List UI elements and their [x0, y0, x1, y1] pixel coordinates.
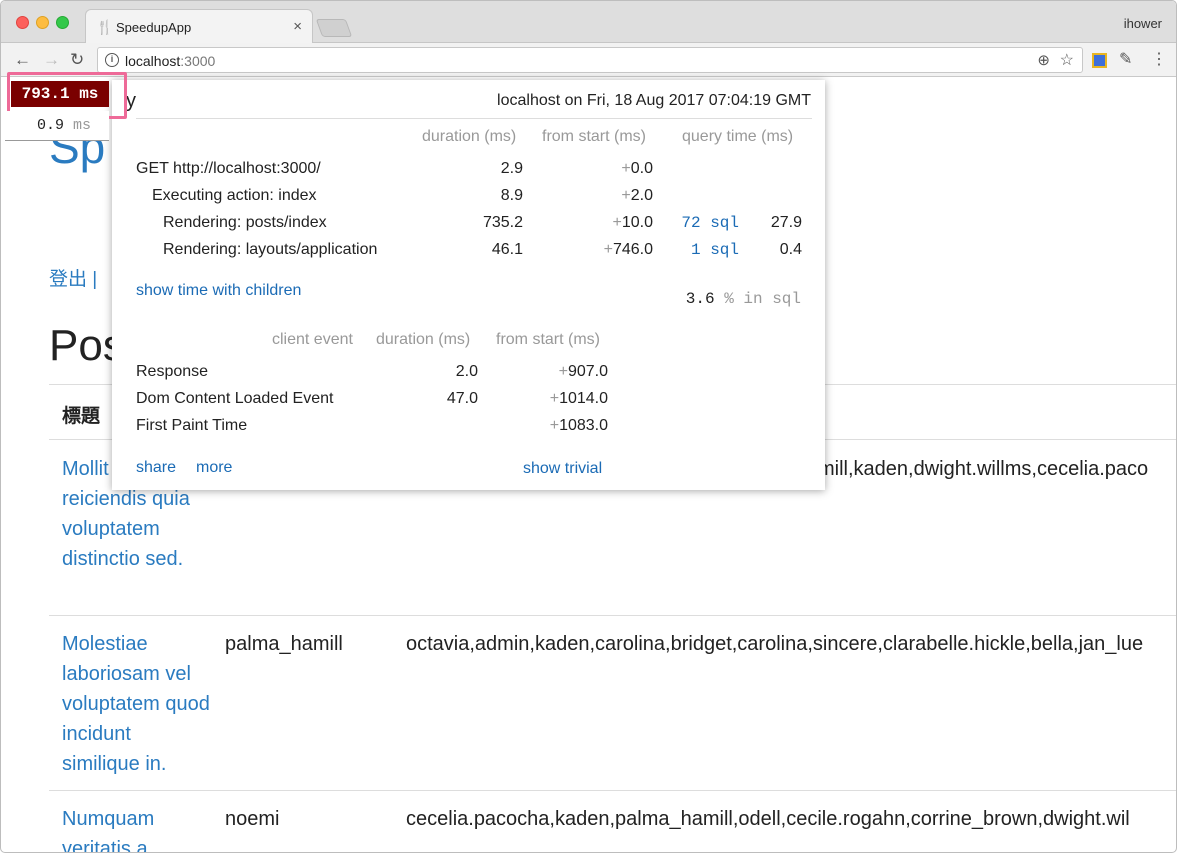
timing-duration: 8.9: [500, 187, 523, 204]
post-tags: cecelia.pacocha,kaden,palma_hamill,odell…: [406, 808, 1130, 830]
zoom-icon[interactable]: ⊕: [1037, 51, 1050, 69]
back-arrow-icon[interactable]: ←: [14, 50, 31, 70]
profiler-header: localhost on Fri, 18 Aug 2017 07:04:19 G…: [497, 92, 811, 109]
from-start-value: 907.0: [567, 363, 608, 380]
more-link[interactable]: more: [196, 459, 232, 477]
nav-links[interactable]: 登出 |: [49, 264, 97, 291]
share-link[interactable]: share: [136, 459, 176, 477]
timing-name: GET http://localhost:3000/: [136, 160, 321, 177]
client-event-name: First Paint Time: [136, 417, 248, 434]
from-start-value: 2.0: [630, 187, 653, 204]
timing-name: Rendering: posts/index: [163, 214, 327, 231]
reload-icon[interactable]: ↻: [70, 50, 84, 70]
address-bar[interactable]: i localhost:3000 ⊕ ☆: [97, 47, 1083, 73]
post-author: palma_hamill: [225, 633, 343, 655]
popup-title-fragment: y: [126, 90, 136, 112]
window-maximize-button[interactable]: [56, 16, 69, 29]
url-text[interactable]: localhost:3000: [125, 53, 215, 69]
brush-icon[interactable]: ✎: [1119, 49, 1132, 69]
col-client-from-start: from start (ms): [496, 331, 600, 348]
timing-from-start: +2.0: [572, 187, 653, 205]
sql-percent-value: 3.6: [685, 290, 715, 308]
timing-name: Rendering: layouts/application: [163, 241, 378, 258]
url-port: :3000: [180, 53, 216, 69]
info-icon[interactable]: i: [105, 53, 119, 67]
col-duration: duration (ms): [422, 128, 517, 145]
client-event-name: Response: [136, 363, 209, 380]
fork-knife-icon: 🍴: [96, 19, 114, 35]
new-tab-button[interactable]: [315, 19, 353, 37]
header-divider: [136, 118, 812, 119]
plus-sign: +: [612, 214, 622, 231]
col-query-time: query time (ms): [682, 128, 794, 145]
plus-sign: +: [549, 417, 560, 434]
plus-sign: +: [549, 390, 560, 407]
client-event-from-start: +907.0: [518, 363, 608, 381]
plus-sign: +: [558, 363, 568, 380]
tab-speedupapp[interactable]: 🍴 SpeedupApp ×: [85, 9, 313, 44]
show-trivial-link[interactable]: show trivial: [523, 460, 602, 478]
from-start-value: 0.0: [630, 160, 653, 177]
window-minimize-button[interactable]: [36, 16, 49, 29]
timing-from-start: +746.0: [572, 241, 653, 259]
col-from-start: from start (ms): [542, 128, 646, 145]
window-close-button[interactable]: [16, 16, 29, 29]
col-client-event: client event: [272, 331, 353, 348]
sql-time: 0.4: [779, 241, 802, 258]
bookmark-star-icon[interactable]: ☆: [1060, 50, 1074, 70]
sql-percentage: 3.6 % in sql: [686, 290, 801, 308]
profiler-badge[interactable]: 793.1 ms: [11, 81, 109, 107]
show-children-link[interactable]: show time with children: [136, 282, 301, 300]
sql-count-link[interactable]: 72 sql: [669, 214, 739, 232]
extension-icon[interactable]: [1092, 53, 1107, 68]
browser-window: 🍴 SpeedupApp × ihower ← → ↻ i localhost:…: [0, 0, 1177, 853]
from-start-value: 746.0: [612, 241, 653, 258]
from-start-value: 10.0: [621, 214, 653, 231]
profiler-popup: y localhost on Fri, 18 Aug 2017 07:04:19…: [112, 80, 825, 490]
timing-duration: 2.9: [500, 160, 523, 177]
menu-dots-icon[interactable]: ⋮: [1151, 49, 1167, 69]
timing-duration: 46.1: [491, 241, 523, 258]
plus-sign: +: [621, 187, 631, 204]
post-title-link[interactable]: Molestiae laboriosam vel voluptatem quod…: [62, 629, 212, 779]
url-host: localhost: [125, 53, 181, 69]
browser-toolbar: ← → ↻ i localhost:3000 ⊕ ☆ ✎ ⋮: [1, 43, 1176, 77]
sql-time: 27.9: [770, 214, 802, 231]
plus-sign: +: [621, 160, 631, 177]
client-event-name: Dom Content Loaded Event: [136, 390, 334, 407]
col-client-duration: duration (ms): [376, 331, 471, 348]
post-tags: mill,kaden,dwight.willms,cecelia.paco: [818, 458, 1149, 480]
table-divider: [49, 790, 1176, 791]
timing-duration: 735.2: [482, 214, 523, 231]
profiler-sub-badge[interactable]: 0.9 ms: [5, 111, 109, 141]
timing-from-start: +10.0: [572, 214, 653, 232]
client-event-from-start: +1083.0: [518, 417, 608, 435]
post-tags: octavia,admin,kaden,carolina,bridget,car…: [406, 633, 1144, 655]
from-start-value: 1014.0: [559, 390, 608, 407]
close-icon[interactable]: ×: [293, 18, 302, 35]
table-divider: [49, 615, 1176, 616]
table-header-title: 標題: [62, 406, 101, 427]
forward-arrow-icon[interactable]: →: [43, 50, 60, 70]
profile-name[interactable]: ihower: [1124, 16, 1162, 31]
tab-bar: 🍴 SpeedupApp × ihower: [1, 1, 1176, 44]
timing-name: Executing action: index: [152, 187, 317, 204]
from-start-value: 1083.0: [559, 417, 608, 434]
post-author: noemi: [225, 808, 280, 830]
post-title-link[interactable]: Numquam veritatis a: [62, 804, 212, 852]
sub-badge-value: 0.9: [37, 117, 65, 134]
client-event-from-start: +1014.0: [518, 390, 608, 408]
sql-percent-unit: % in sql: [724, 290, 801, 308]
plus-sign: +: [603, 241, 613, 258]
sql-count-link[interactable]: 1 sql: [669, 241, 739, 259]
sub-badge-unit: ms: [73, 117, 92, 134]
client-event-duration: 47.0: [446, 390, 478, 407]
tab-title: SpeedupApp: [116, 20, 192, 35]
timing-from-start: +0.0: [572, 160, 653, 178]
client-event-duration: 2.0: [455, 363, 478, 380]
